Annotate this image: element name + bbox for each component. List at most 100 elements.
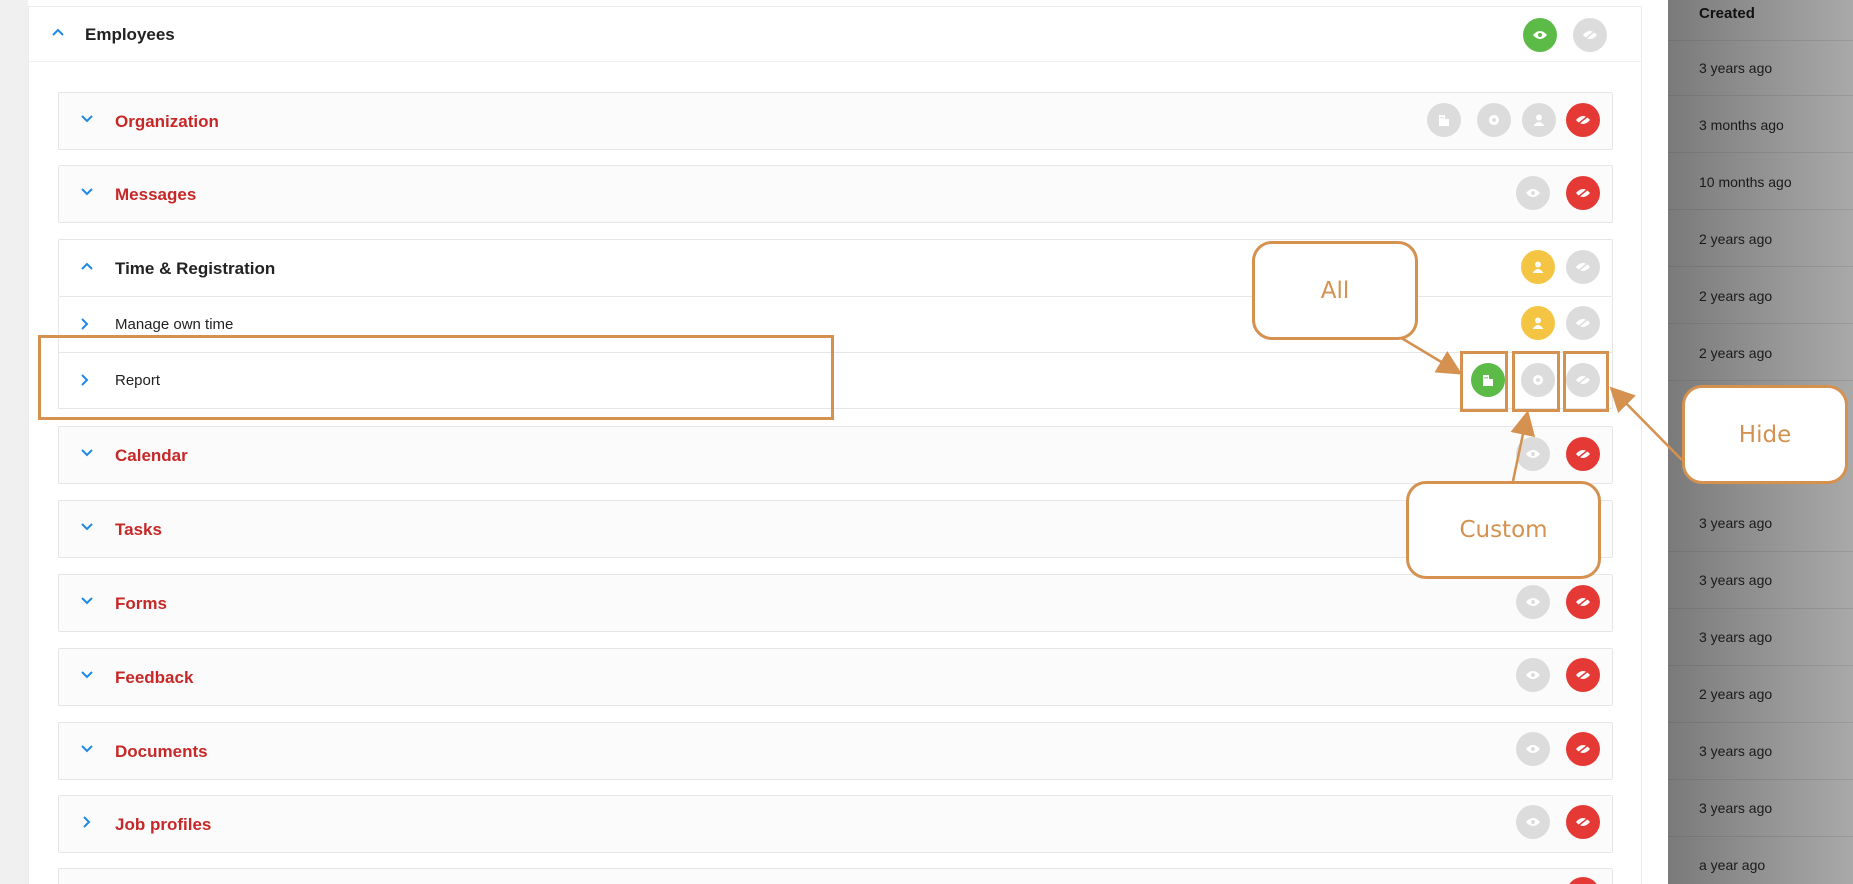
row-messages[interactable]: Messages bbox=[58, 165, 1613, 223]
chevron-down-icon[interactable] bbox=[81, 188, 93, 196]
eye-slash-icon bbox=[1575, 262, 1591, 272]
chevron-down-icon[interactable] bbox=[81, 449, 93, 457]
own-button[interactable] bbox=[1522, 103, 1556, 137]
user-icon bbox=[1531, 316, 1545, 330]
divider bbox=[1668, 209, 1853, 210]
visible-button[interactable] bbox=[1516, 805, 1550, 839]
created-cell: 3 years ago bbox=[1699, 629, 1773, 645]
report-row-highlight bbox=[38, 335, 834, 420]
row-forms[interactable]: Forms bbox=[58, 574, 1613, 632]
created-cell: 3 years ago bbox=[1699, 572, 1773, 588]
building-icon bbox=[1437, 113, 1451, 127]
divider bbox=[1668, 380, 1853, 381]
hide-button[interactable] bbox=[1566, 250, 1600, 284]
eye-slash-icon bbox=[1582, 30, 1598, 40]
visible-button[interactable] bbox=[1516, 585, 1550, 619]
chevron-down-icon[interactable] bbox=[81, 523, 93, 531]
all-button[interactable] bbox=[1427, 103, 1461, 137]
eye-slash-icon bbox=[1575, 449, 1591, 459]
callout-all: All bbox=[1252, 241, 1418, 340]
user-icon bbox=[1532, 113, 1546, 127]
eye-icon bbox=[1525, 744, 1541, 754]
row-feedback[interactable]: Feedback bbox=[58, 648, 1613, 706]
hide-button[interactable] bbox=[1566, 176, 1600, 210]
row-tasks[interactable]: Tasks bbox=[58, 500, 1613, 558]
chevron-up-icon[interactable] bbox=[81, 262, 93, 270]
chevron-right-icon[interactable] bbox=[83, 816, 91, 828]
row-title: Calendar bbox=[115, 446, 188, 465]
eye-slash-icon bbox=[1575, 744, 1591, 754]
visible-button[interactable] bbox=[1516, 176, 1550, 210]
visible-all-button[interactable] bbox=[1523, 18, 1557, 52]
hide-button[interactable] bbox=[1566, 585, 1600, 619]
row-title: Documents bbox=[115, 742, 208, 761]
callout-custom: Custom bbox=[1406, 481, 1601, 579]
hide-button-highlight bbox=[1563, 351, 1609, 412]
hide-button[interactable] bbox=[1566, 306, 1600, 340]
eye-icon bbox=[1532, 30, 1548, 40]
divider bbox=[1668, 665, 1853, 666]
row-title: Tasks bbox=[115, 520, 162, 539]
row-partial[interactable] bbox=[58, 868, 1613, 884]
section-title: Employees bbox=[85, 25, 175, 44]
divider bbox=[1668, 152, 1853, 153]
row-title: Feedback bbox=[115, 668, 194, 687]
eye-icon bbox=[1525, 817, 1541, 827]
created-cell: 2 years ago bbox=[1699, 231, 1773, 247]
created-cell: 3 years ago bbox=[1699, 743, 1773, 759]
chevron-up-icon[interactable] bbox=[52, 28, 64, 36]
chevron-down-icon[interactable] bbox=[81, 597, 93, 605]
divider bbox=[1668, 266, 1853, 267]
chevron-right-icon[interactable] bbox=[81, 318, 89, 330]
created-cell: 3 months ago bbox=[1699, 117, 1784, 133]
row-title: Forms bbox=[115, 594, 167, 613]
custom-button-highlight bbox=[1512, 351, 1560, 412]
hide-button[interactable] bbox=[1566, 437, 1600, 471]
divider bbox=[1668, 836, 1853, 837]
eye-slash-icon bbox=[1575, 597, 1591, 607]
gear-icon bbox=[1487, 113, 1501, 127]
row-title: Job profiles bbox=[115, 815, 212, 834]
divider bbox=[1668, 95, 1853, 96]
hide-button[interactable] bbox=[1573, 18, 1607, 52]
visible-button[interactable] bbox=[1516, 658, 1550, 692]
chevron-down-icon[interactable] bbox=[81, 745, 93, 753]
eye-icon bbox=[1525, 188, 1541, 198]
created-cell: 2 years ago bbox=[1699, 345, 1773, 361]
own-button[interactable] bbox=[1521, 306, 1555, 340]
column-header-created: Created bbox=[1699, 5, 1755, 22]
hide-button[interactable] bbox=[1566, 805, 1600, 839]
hide-button[interactable] bbox=[1566, 658, 1600, 692]
created-cell: 10 months ago bbox=[1699, 174, 1792, 190]
eye-icon bbox=[1525, 449, 1541, 459]
custom-button[interactable] bbox=[1477, 103, 1511, 137]
own-button[interactable] bbox=[1521, 250, 1555, 284]
created-cell: 2 years ago bbox=[1699, 686, 1773, 702]
created-cell: 3 years ago bbox=[1699, 515, 1773, 531]
row-organization[interactable]: Organization bbox=[58, 92, 1613, 150]
divider bbox=[1668, 722, 1853, 723]
divider bbox=[1668, 608, 1853, 609]
chevron-down-icon[interactable] bbox=[81, 671, 93, 679]
visible-button[interactable] bbox=[1516, 437, 1550, 471]
row-calendar[interactable]: Calendar bbox=[58, 426, 1613, 484]
eye-slash-icon bbox=[1575, 115, 1591, 125]
user-icon bbox=[1531, 260, 1545, 274]
row-job-profiles[interactable]: Job profiles bbox=[58, 795, 1613, 853]
row-title: Organization bbox=[115, 112, 219, 131]
hide-button[interactable] bbox=[1566, 103, 1600, 137]
section-employees-header[interactable]: Employees bbox=[28, 6, 1642, 62]
row-documents[interactable]: Documents bbox=[58, 722, 1613, 780]
left-gutter bbox=[0, 0, 28, 884]
divider bbox=[1668, 40, 1853, 41]
eye-icon bbox=[1525, 670, 1541, 680]
created-cell: a year ago bbox=[1699, 857, 1766, 873]
callout-hide: Hide bbox=[1682, 385, 1848, 484]
chevron-down-icon[interactable] bbox=[81, 115, 93, 123]
hide-button[interactable] bbox=[1566, 732, 1600, 766]
eye-slash-icon bbox=[1575, 188, 1591, 198]
divider bbox=[1668, 323, 1853, 324]
visible-button[interactable] bbox=[1516, 732, 1550, 766]
all-button-highlight bbox=[1460, 351, 1508, 412]
subrow-label: Manage own time bbox=[115, 316, 234, 333]
